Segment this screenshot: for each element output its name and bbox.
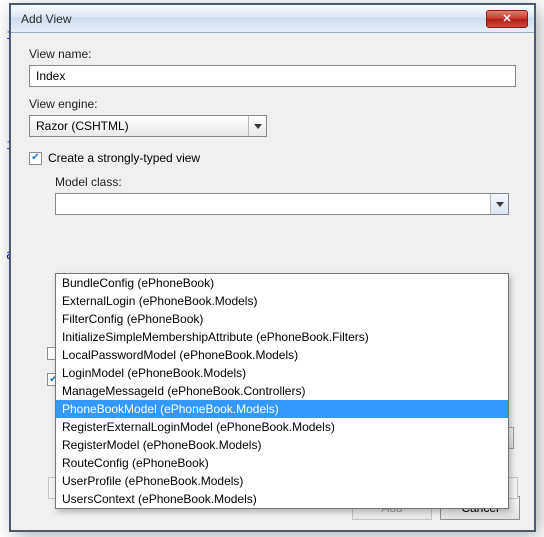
model-class-option[interactable]: ManageMessageId (ePhoneBook.Controllers) [56, 382, 508, 400]
chevron-down-icon [490, 194, 508, 214]
dialog-body: View name: View engine: Razor (CSHTML) C… [11, 33, 534, 486]
view-engine-value: Razor (CSHTML) [36, 119, 129, 133]
model-class-option[interactable]: PhoneBookModel (ePhoneBook.Models) [56, 400, 508, 418]
model-class-option[interactable]: BundleConfig (ePhoneBook) [56, 274, 508, 292]
title-bar[interactable]: Add View ✕ [11, 5, 534, 33]
dialog-title: Add View [21, 12, 486, 26]
close-icon: ✕ [502, 12, 511, 25]
model-class-option[interactable]: LoginModel (ePhoneBook.Models) [56, 364, 508, 382]
model-class-option[interactable]: UsersContext (ePhoneBook.Models) [56, 490, 508, 508]
model-class-option[interactable]: LocalPasswordModel (ePhoneBook.Models) [56, 346, 508, 364]
model-class-option[interactable]: InitializeSimpleMembershipAttribute (ePh… [56, 328, 508, 346]
view-name-label: View name: [29, 47, 516, 61]
model-class-dropdown[interactable]: BundleConfig (ePhoneBook)ExternalLogin (… [55, 273, 509, 509]
model-class-option[interactable]: UserProfile (ePhoneBook.Models) [56, 472, 508, 490]
chevron-down-icon [248, 116, 266, 136]
close-button[interactable]: ✕ [486, 10, 528, 28]
model-class-option[interactable]: FilterConfig (ePhoneBook) [56, 310, 508, 328]
model-class-option[interactable]: ExternalLogin (ePhoneBook.Models) [56, 292, 508, 310]
view-engine-label: View engine: [29, 97, 516, 111]
view-name-input[interactable] [29, 65, 516, 87]
model-class-combo[interactable] [55, 193, 509, 215]
strongly-typed-checkbox[interactable] [29, 152, 42, 165]
model-class-label: Model class: [55, 175, 516, 189]
strongly-typed-row[interactable]: Create a strongly-typed view [29, 151, 516, 165]
model-class-option[interactable]: RegisterModel (ePhoneBook.Models) [56, 436, 508, 454]
strongly-typed-label: Create a strongly-typed view [48, 151, 200, 165]
view-engine-combo[interactable]: Razor (CSHTML) [29, 115, 267, 137]
model-class-option[interactable]: RouteConfig (ePhoneBook) [56, 454, 508, 472]
add-view-dialog: Add View ✕ View name: View engine: Razor… [10, 4, 535, 531]
model-class-option[interactable]: RegisterExternalLoginModel (ePhoneBook.M… [56, 418, 508, 436]
